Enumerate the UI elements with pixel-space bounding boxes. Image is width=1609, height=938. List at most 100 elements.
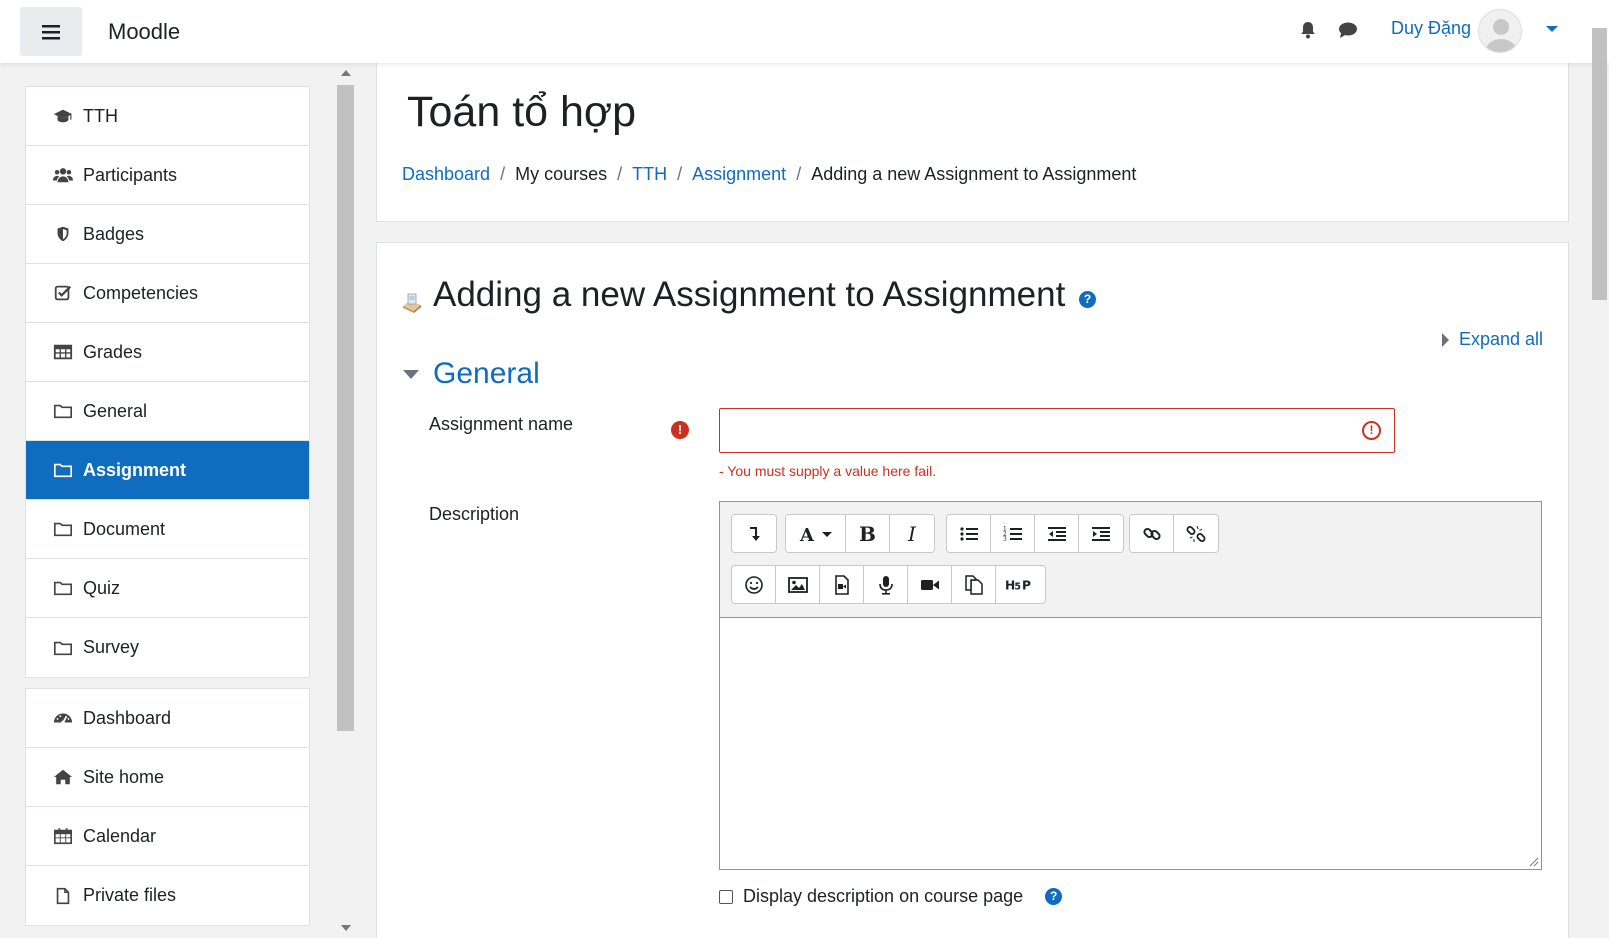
bold-button[interactable]: B: [846, 515, 890, 552]
drawer-item-participants[interactable]: Participants: [26, 146, 309, 205]
drawer-item-quiz[interactable]: Quiz: [26, 559, 309, 618]
image-icon: [787, 576, 808, 593]
caret-right-icon: [1442, 332, 1449, 347]
link-button[interactable]: [1130, 515, 1174, 552]
drawer-item-site-home[interactable]: Site home: [26, 748, 309, 807]
drawer-item-general[interactable]: General: [26, 382, 309, 441]
unlink-icon: [1186, 525, 1206, 542]
drawer-scrollbar-thumb[interactable]: [337, 85, 354, 731]
hamburger-icon: [42, 24, 60, 39]
drawer-item-label: Participants: [83, 164, 178, 185]
drawer-item-assignment[interactable]: Assignment: [26, 441, 309, 500]
breadcrumb: Dashboard / My courses / TTH / Assignmen…: [402, 164, 1136, 185]
drawer-item-dashboard[interactable]: Dashboard: [26, 689, 309, 748]
page-scrollbar-thumb[interactable]: [1592, 28, 1607, 300]
italic-button[interactable]: I: [890, 515, 934, 552]
record-video-button[interactable]: [908, 566, 952, 603]
scroll-up-arrow-icon[interactable]: [341, 70, 351, 76]
breadcrumb-separator: /: [617, 164, 623, 184]
drawer-item-label: Competencies: [83, 282, 199, 303]
messages-button[interactable]: [1338, 20, 1358, 44]
drawer-item-grades[interactable]: Grades: [26, 323, 309, 382]
resize-handle-icon[interactable]: [1529, 857, 1539, 867]
indent-button[interactable]: [1079, 515, 1123, 552]
table-icon: [52, 342, 74, 362]
display-description-field: Display description on course page ?: [719, 886, 1063, 907]
description-label: Description: [429, 504, 520, 524]
help-icon[interactable]: ?: [1079, 291, 1096, 308]
breadcrumb-my-courses: My courses: [515, 164, 608, 184]
drawer-item-label: Calendar: [83, 825, 157, 846]
expand-all-link[interactable]: Expand all: [1442, 329, 1543, 350]
display-description-checkbox[interactable]: [719, 889, 733, 904]
outdent-button[interactable]: [1035, 515, 1079, 552]
record-audio-button[interactable]: [864, 566, 908, 603]
font-style-icon: A: [799, 525, 832, 544]
help-icon[interactable]: ?: [1045, 888, 1063, 905]
manage-files-button[interactable]: [952, 566, 996, 603]
drawer-item-badges[interactable]: Badges: [26, 205, 309, 264]
menu-toggle-button[interactable]: [20, 7, 82, 56]
users-icon: [52, 165, 74, 185]
drawer-item-label: Survey: [83, 637, 140, 657]
svg-text:5: 5: [1014, 581, 1021, 592]
paragraph-styles-button[interactable]: A: [786, 515, 846, 552]
emoticon-button[interactable]: [732, 566, 776, 603]
drawer-item-survey[interactable]: Survey: [26, 618, 309, 677]
notifications-button[interactable]: [1298, 20, 1318, 44]
unordered-list-button[interactable]: [947, 515, 991, 552]
folder-icon: [52, 638, 74, 658]
drawer-item-label: Quiz: [83, 577, 121, 598]
drawer-item-label: Document: [83, 518, 166, 539]
smile-icon: [744, 575, 763, 594]
image-button[interactable]: [776, 566, 820, 603]
description-editable-area[interactable]: [720, 619, 1541, 869]
breadcrumb-tth[interactable]: TTH: [632, 164, 667, 185]
drawer-item-calendar[interactable]: Calendar: [26, 807, 309, 866]
comment-icon: [1339, 22, 1357, 38]
unlink-button[interactable]: [1174, 515, 1218, 552]
editor-toolbar: A B I 123 H 5 P: [720, 502, 1541, 618]
breadcrumb-separator: /: [500, 164, 506, 184]
site-brand[interactable]: Moodle: [108, 19, 180, 45]
page-header: Toán tổ hợp Dashboard / My courses / TTH…: [376, 63, 1569, 222]
breadcrumb-assignment[interactable]: Assignment: [692, 164, 786, 185]
nav-drawer: TTH Participants Badges Competencies Gra…: [0, 63, 356, 938]
expand-all-label: Expand all: [1459, 329, 1544, 349]
media-button[interactable]: [820, 566, 864, 603]
drawer-item-tth[interactable]: TTH: [26, 87, 309, 146]
list-ul-icon: [959, 526, 978, 541]
assignment-name-input[interactable]: [719, 408, 1395, 453]
file-icon: [52, 886, 74, 906]
svg-text:3: 3: [1003, 536, 1007, 543]
breadcrumb-dashboard[interactable]: Dashboard: [402, 164, 490, 185]
file-video-icon: [834, 574, 849, 595]
drawer-item-private-files[interactable]: Private files: [26, 866, 309, 925]
display-description-label: Display description on course page: [743, 886, 1024, 906]
show-more-buttons[interactable]: [732, 515, 776, 552]
avatar[interactable]: [1478, 9, 1522, 53]
shield-icon: [52, 224, 74, 244]
link-icon: [1142, 527, 1161, 540]
user-menu-name[interactable]: Duy Đặng: [1391, 18, 1471, 39]
breadcrumb-separator: /: [796, 164, 802, 184]
ordered-list-button[interactable]: 123: [991, 515, 1035, 552]
section-general-toggle[interactable]: General: [403, 357, 540, 391]
caret-down-icon: [403, 369, 419, 379]
assignment-name-label: Assignment name: [429, 414, 574, 434]
folder-icon: [52, 460, 74, 480]
drawer-item-document[interactable]: Document: [26, 500, 309, 559]
video-camera-icon: [920, 579, 939, 590]
folder-icon: [52, 401, 74, 421]
drawer-item-label: General: [83, 400, 148, 421]
user-avatar-icon: [1486, 19, 1516, 52]
main-content: Adding a new Assignment to Assignment ? …: [376, 242, 1569, 938]
list-ol-icon: 123: [1003, 526, 1022, 543]
user-menu-caret-icon[interactable]: [1546, 26, 1558, 32]
scroll-down-arrow-icon[interactable]: [341, 925, 351, 931]
svg-text:A: A: [799, 525, 815, 544]
h5p-button[interactable]: H5P: [996, 566, 1045, 603]
drawer-item-competencies[interactable]: Competencies: [26, 264, 309, 323]
drawer-item-label: Private files: [83, 885, 177, 905]
assignment-name-error: - You must supply a value here fail.: [719, 463, 937, 479]
